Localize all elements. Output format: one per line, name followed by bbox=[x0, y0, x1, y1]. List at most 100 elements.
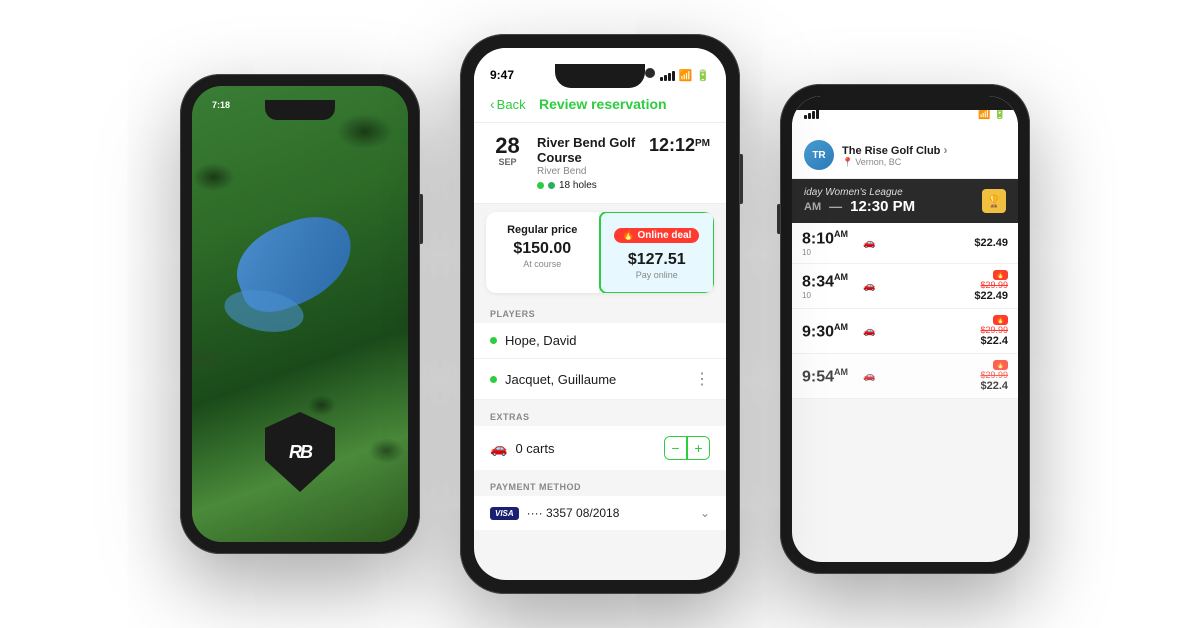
status-bar-left: 7:18 bbox=[212, 100, 230, 110]
bar1 bbox=[660, 77, 663, 81]
time-4: 9:54AM bbox=[802, 367, 857, 386]
tee-time-row-3[interactable]: 9:30AM 🚗 🔥 $29.99 $22.4 bbox=[792, 309, 1018, 354]
time-1: 8:10AM bbox=[802, 229, 857, 248]
price-col-3: 🔥 $29.99 $22.4 bbox=[958, 315, 1008, 347]
payment-item[interactable]: VISA ···· 3357 08/2018 ⌄ bbox=[474, 496, 726, 530]
screen-right: 📶 🔋 TR The Rise Golf Club › 📍 Vernon, BC bbox=[792, 96, 1018, 562]
camera bbox=[645, 68, 655, 78]
player-dot-2 bbox=[490, 376, 497, 383]
tee-times-list: 8:10AM 10 🚗 $22.49 8:34AM 10 🚗 bbox=[792, 223, 1018, 399]
player-item-1: Hope, David bbox=[474, 323, 726, 359]
league-label: iday Women's League bbox=[804, 187, 915, 198]
regular-price-sub: At course bbox=[496, 259, 589, 269]
players-section-label: PLAYERS bbox=[474, 301, 726, 323]
rbar4 bbox=[816, 109, 819, 119]
qty-plus-button[interactable]: + bbox=[687, 437, 709, 459]
time-3: 9:30AM bbox=[802, 322, 857, 341]
course-avatar: TR bbox=[804, 140, 834, 170]
cart-item: 🚗 0 carts − + bbox=[474, 426, 726, 470]
date-month: SEP bbox=[490, 157, 525, 167]
bar2 bbox=[664, 75, 667, 81]
screen-left: 7:18 RB bbox=[192, 86, 408, 542]
online-price-option[interactable]: 🔥 Online deal $127.51 Pay online bbox=[599, 212, 715, 293]
aerial-background: RB bbox=[192, 86, 408, 542]
screen-center: 9:47 📶 🔋 ‹ Back Re bbox=[474, 48, 726, 580]
side-button-center bbox=[740, 154, 743, 204]
deal-badge-4: 🔥 bbox=[993, 360, 1008, 370]
logo-shield: RB bbox=[265, 412, 335, 492]
payment-section: PAYMENT METHOD VISA ···· 3357 08/2018 ⌄ bbox=[474, 474, 726, 530]
right-course-location: 📍 Vernon, BC bbox=[842, 157, 1006, 168]
nav-title: Review reservation bbox=[526, 96, 680, 112]
player-dot-1 bbox=[490, 337, 497, 344]
course-name: River Bend Golf Course bbox=[537, 135, 637, 165]
rbar2 bbox=[808, 113, 811, 119]
side-button-left-phone bbox=[420, 194, 423, 244]
online-price-sub: Pay online bbox=[611, 270, 704, 280]
notch-left bbox=[265, 100, 335, 120]
count-1: 10 bbox=[802, 248, 857, 257]
course-info-right: The Rise Golf Club › 📍 Vernon, BC bbox=[842, 143, 1006, 168]
price-1: $22.49 bbox=[958, 237, 1008, 249]
tee-time-row-1[interactable]: 8:10AM 10 🚗 $22.49 bbox=[792, 223, 1018, 264]
dot-green-2 bbox=[548, 182, 555, 189]
trophy-icon: 🏆 bbox=[982, 189, 1006, 213]
deal-badge-3: 🔥 bbox=[993, 315, 1008, 325]
qty-minus-button[interactable]: − bbox=[665, 437, 687, 459]
league-banner: iday Women's League AM — 12:30 PM 🏆 bbox=[792, 179, 1018, 223]
player-name-1: Hope, David bbox=[505, 333, 710, 348]
tee-time-row-2[interactable]: 8:34AM 10 🚗 🔥 $29.99 $22.49 bbox=[792, 264, 1018, 309]
cart-icon-1: 🚗 bbox=[863, 238, 875, 249]
tee-time-row-4[interactable]: 9:54AM 🚗 🔥 $29.99 $22.4 bbox=[792, 354, 1018, 399]
cart-icon-2: 🚗 bbox=[863, 281, 875, 292]
date-day: 28 bbox=[490, 135, 525, 157]
banner-time: AM — 12:30 PM bbox=[804, 198, 915, 215]
card-info: ···· 3357 08/2018 bbox=[527, 506, 692, 520]
time-2: 8:34AM bbox=[802, 272, 857, 291]
deal-price-4: $22.4 bbox=[958, 380, 1008, 392]
deal-price-3: $22.4 bbox=[958, 335, 1008, 347]
quantity-controls: − + bbox=[664, 436, 710, 460]
booking-header: 28 SEP River Bend Golf Course River Bend… bbox=[474, 123, 726, 204]
right-status-icons: 📶 🔋 bbox=[978, 109, 1006, 120]
banner-end: 12:30 PM bbox=[850, 198, 915, 215]
signal-bars bbox=[660, 71, 675, 81]
shield-background: RB bbox=[265, 412, 335, 492]
visa-badge: VISA bbox=[490, 507, 519, 520]
dot-green-1 bbox=[537, 182, 544, 189]
side-button-right bbox=[777, 204, 780, 234]
extras-section-label: EXTRAS bbox=[474, 404, 726, 426]
pricing-row: Regular price $150.00 At course 🔥 Online… bbox=[486, 212, 714, 293]
cart-label: 0 carts bbox=[515, 441, 656, 456]
online-price-amount: $127.51 bbox=[611, 251, 704, 269]
cart-icon-4: 🚗 bbox=[863, 371, 875, 382]
payment-section-label: PAYMENT METHOD bbox=[474, 474, 726, 496]
course-location: River Bend bbox=[537, 166, 637, 177]
right-signal bbox=[804, 109, 819, 119]
online-deal-badge: 🔥 Online deal bbox=[614, 228, 699, 243]
right-course-name: The Rise Golf Club › bbox=[842, 143, 1006, 157]
deal-price-2: $22.49 bbox=[958, 290, 1008, 302]
banner-dash: — bbox=[829, 199, 842, 214]
player-menu-icon[interactable]: ⋮ bbox=[694, 369, 710, 389]
banner-start: AM bbox=[804, 201, 821, 213]
regular-price-option[interactable]: Regular price $150.00 At course bbox=[486, 212, 600, 293]
dropdown-chevron-icon: ⌄ bbox=[700, 506, 710, 520]
wifi-icon: 📶 bbox=[679, 69, 693, 82]
price-col-2: 🔥 $29.99 $22.49 bbox=[958, 270, 1008, 302]
rbar1 bbox=[804, 115, 807, 119]
notch-center bbox=[555, 64, 645, 88]
booking-info: River Bend Golf Course River Bend 18 hol… bbox=[537, 135, 637, 191]
shield-letters: RB bbox=[289, 442, 311, 463]
phones-container: 7:18 RB 9:47 bbox=[150, 34, 1050, 594]
booking-time: 12:12 PM bbox=[649, 135, 710, 156]
price-col-4: 🔥 $29.99 $22.4 bbox=[958, 360, 1008, 392]
player-name-2: Jacquet, Guillaume bbox=[505, 372, 686, 387]
count-2: 10 bbox=[802, 291, 857, 300]
phone-center: 9:47 📶 🔋 ‹ Back Re bbox=[460, 34, 740, 594]
battery-icon: 🔋 bbox=[696, 69, 710, 82]
rbar3 bbox=[812, 111, 815, 119]
strike-price-4: $29.99 bbox=[958, 370, 1008, 380]
right-course-chevron: › bbox=[943, 143, 947, 157]
back-button[interactable]: ‹ Back bbox=[490, 96, 526, 112]
